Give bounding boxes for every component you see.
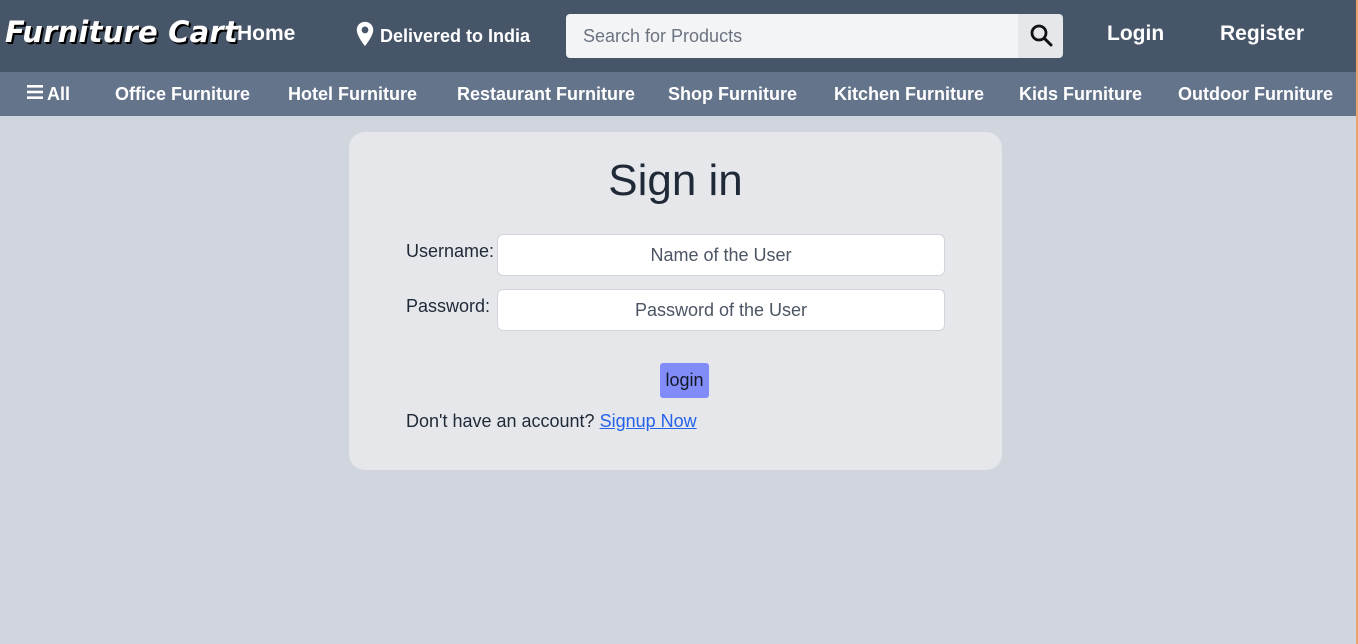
category-bar: All Office Furniture Hotel Furniture Res… (0, 72, 1356, 116)
page-title: Sign in (608, 156, 743, 205)
category-hotel-furniture[interactable]: Hotel Furniture (288, 84, 417, 105)
top-navbar: Furniture Cart Home Delivered to India L… (0, 0, 1356, 72)
register-link[interactable]: Register (1220, 22, 1304, 46)
category-outdoor-furniture[interactable]: Outdoor Furniture (1178, 84, 1333, 105)
delivery-text: Delivered to India (380, 25, 531, 46)
map-pin-icon (354, 21, 376, 52)
delivery-location[interactable]: Delivered to India (354, 21, 531, 52)
password-label: Password: (406, 296, 491, 316)
login-button[interactable]: login (660, 363, 709, 398)
hamburger-menu-icon (27, 84, 43, 105)
category-kids-furniture[interactable]: Kids Furniture (1019, 84, 1142, 105)
category-all-label: All (47, 84, 71, 104)
username-field[interactable] (497, 234, 945, 276)
category-all[interactable]: All (27, 84, 70, 105)
search-button[interactable] (1018, 14, 1063, 58)
category-office-furniture[interactable]: Office Furniture (115, 84, 250, 105)
home-link[interactable]: Home (237, 22, 295, 46)
search-icon (1029, 23, 1053, 50)
login-link[interactable]: Login (1107, 22, 1164, 46)
signup-prompt: Don't have an account? Signup Now (406, 411, 697, 432)
brand-logo[interactable]: Furniture Cart (5, 15, 238, 49)
signin-card: Sign in Username: Password: login Don't … (349, 132, 1002, 470)
username-label: Username: (406, 241, 495, 261)
category-shop-furniture[interactable]: Shop Furniture (668, 84, 797, 105)
category-restaurant-furniture[interactable]: Restaurant Furniture (457, 84, 635, 105)
search-input[interactable] (566, 14, 1018, 58)
password-field[interactable] (497, 289, 945, 331)
signup-link[interactable]: Signup Now (600, 411, 697, 431)
no-account-text: Don't have an account? (406, 411, 595, 431)
category-kitchen-furniture[interactable]: Kitchen Furniture (834, 84, 984, 105)
search-bar (566, 14, 1063, 58)
